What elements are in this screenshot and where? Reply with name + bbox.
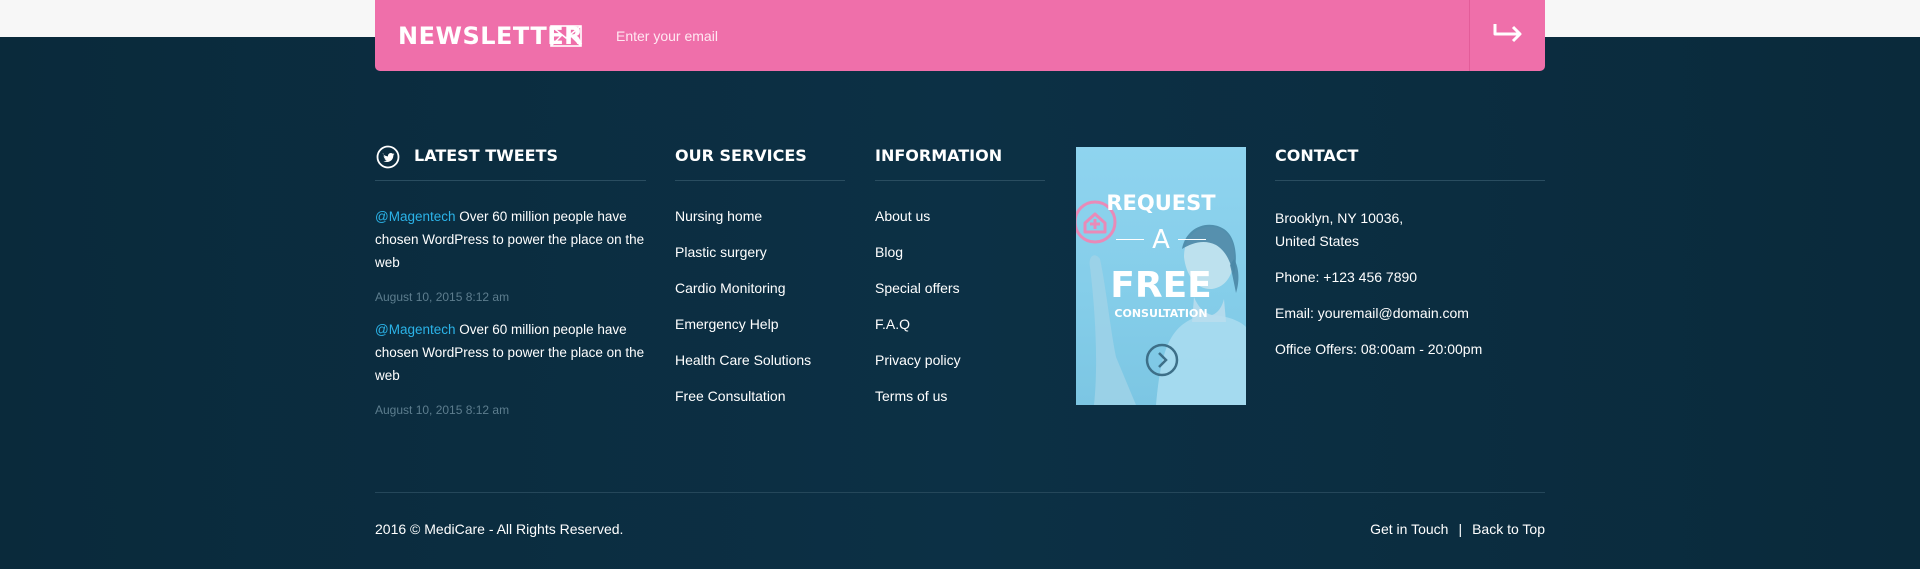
tweet-handle-link[interactable]: @Magentech: [375, 209, 456, 224]
tweet-text: @Magentech Over 60 million people have c…: [375, 205, 646, 274]
services-link-plastic-surgery[interactable]: Plastic surgery: [675, 243, 845, 279]
our-services-column: OUR SERVICES Nursing home Plastic surger…: [675, 145, 845, 423]
info-link-faq[interactable]: F.A.Q: [875, 315, 1045, 351]
info-link-terms[interactable]: Terms of us: [875, 387, 1045, 423]
contact-column: CONTACT Brooklyn, NY 10036, United State…: [1275, 145, 1545, 374]
info-link-privacy-policy[interactable]: Privacy policy: [875, 351, 1045, 387]
footer-divider: [375, 492, 1545, 493]
get-in-touch-link[interactable]: Get in Touch: [1370, 521, 1448, 537]
latest-tweets-heading: LATEST TWEETS: [375, 145, 646, 181]
link-separator: |: [1458, 521, 1463, 537]
back-to-top-link[interactable]: Back to Top: [1472, 521, 1545, 537]
promo-divider-right: [1178, 239, 1206, 240]
contact-email: Email: youremail@domain.com: [1275, 305, 1469, 321]
promo-free: FREE: [1110, 265, 1212, 306]
tweet-handle-link[interactable]: @Magentech: [375, 322, 456, 337]
info-link-about-us[interactable]: About us: [875, 207, 1045, 243]
services-link-nursing-home[interactable]: Nursing home: [675, 207, 845, 243]
latest-tweets-column: LATEST TWEETS @Magentech Over 60 million…: [375, 145, 646, 417]
promo-request: REQUEST: [1106, 191, 1216, 215]
newsletter-title: NEWSLETTER: [398, 21, 584, 50]
contact-address-line1: Brooklyn, NY 10036,: [1275, 210, 1404, 226]
services-link-cardio-monitoring[interactable]: Cardio Monitoring: [675, 279, 845, 315]
twitter-icon: [376, 145, 400, 169]
services-link-free-consultation[interactable]: Free Consultation: [675, 387, 845, 423]
contact-hours: Office Offers: 08:00am - 20:00pm: [1275, 341, 1483, 357]
newsletter-bar: NEWSLETTER: [375, 0, 1545, 71]
contact-address: Brooklyn, NY 10036, United States: [1275, 207, 1545, 253]
free-consultation-banner[interactable]: REQUEST A FREE CONSULTATION: [1076, 147, 1246, 405]
newsletter-submit-button[interactable]: [1469, 0, 1545, 71]
latest-tweets-title: LATEST TWEETS: [414, 146, 559, 165]
promo-a: A: [1076, 225, 1246, 255]
arrow-right-icon: [1492, 22, 1524, 49]
contact-details: Brooklyn, NY 10036, United States Phone:…: [1275, 207, 1545, 361]
information-list: About us Blog Special offers F.A.Q Priva…: [875, 207, 1045, 423]
contact-heading: CONTACT: [1275, 145, 1545, 181]
information-heading: INFORMATION: [875, 145, 1045, 181]
promo-a-letter: A: [1152, 225, 1170, 255]
info-link-blog[interactable]: Blog: [875, 243, 1045, 279]
services-link-health-care-solutions[interactable]: Health Care Solutions: [675, 351, 845, 387]
tweet-text: @Magentech Over 60 million people have c…: [375, 318, 646, 387]
information-column: INFORMATION About us Blog Special offers…: [875, 145, 1045, 423]
promo-divider-left: [1116, 239, 1144, 240]
envelope-icon: [550, 24, 582, 47]
tweet-date: August 10, 2015 8:12 am: [375, 290, 510, 304]
our-services-heading: OUR SERVICES: [675, 145, 845, 181]
chevron-right-circle-icon[interactable]: [1145, 343, 1179, 382]
tweet-date: August 10, 2015 8:12 am: [375, 403, 510, 417]
newsletter-email-input[interactable]: [616, 20, 1416, 51]
copyright-text: 2016 © MediCare - All Rights Reserved.: [375, 521, 624, 537]
services-list: Nursing home Plastic surgery Cardio Moni…: [675, 207, 845, 423]
promo-consultation: CONSULTATION: [1114, 307, 1208, 320]
contact-address-line2: United States: [1275, 233, 1360, 249]
services-link-emergency-help[interactable]: Emergency Help: [675, 315, 845, 351]
info-link-special-offers[interactable]: Special offers: [875, 279, 1045, 315]
contact-phone: Phone: +123 456 7890: [1275, 269, 1418, 285]
bottom-links: Get in Touch | Back to Top: [1370, 521, 1545, 537]
